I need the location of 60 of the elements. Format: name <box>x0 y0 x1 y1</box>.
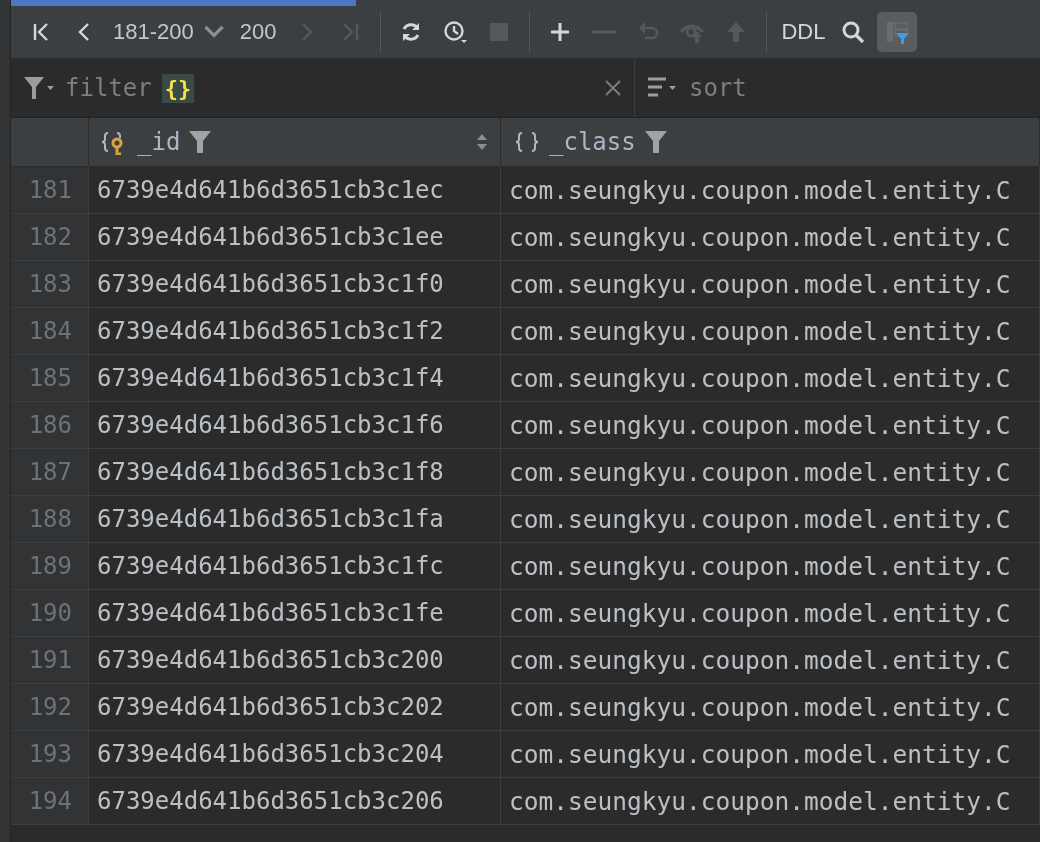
row-number: 183 <box>11 261 89 307</box>
column-name: _class <box>549 128 636 156</box>
table-cell: com.seungkyu.coupon.model.entity.C <box>501 590 1040 636</box>
row-number: 188 <box>11 496 89 542</box>
row-number: 194 <box>11 778 89 824</box>
table-cell: 6739e4d641b6d3651cb3c1f4 <box>89 355 501 401</box>
panel-filter-icon <box>885 20 910 44</box>
row-number: 185 <box>11 355 89 401</box>
table-cell: com.seungkyu.coupon.model.entity.C <box>501 543 1040 589</box>
row-number: 190 <box>11 590 89 636</box>
table-cell: 6739e4d641b6d3651cb3c1ec <box>89 167 501 213</box>
table-cell: com.seungkyu.coupon.model.entity.C <box>501 261 1040 307</box>
row-number: 186 <box>11 402 89 448</box>
sort-field[interactable]: sort <box>689 74 747 102</box>
row-number: 192 <box>11 684 89 730</box>
table-cell: com.seungkyu.coupon.model.entity.C <box>501 449 1040 495</box>
table-cell: 6739e4d641b6d3651cb3c1f2 <box>89 308 501 354</box>
table-cell: 6739e4d641b6d3651cb3c1f8 <box>89 449 501 495</box>
table-cell: com.seungkyu.coupon.model.entity.C <box>501 308 1040 354</box>
table-cell: 6739e4d641b6d3651cb3c1fe <box>89 590 501 636</box>
row-number: 189 <box>11 543 89 589</box>
column-header[interactable]: _class <box>501 118 1040 166</box>
table-cell: 6739e4d641b6d3651cb3c202 <box>89 684 501 730</box>
filter-panel-toggle[interactable] <box>877 12 918 52</box>
filter-dropdown-icon[interactable] <box>23 75 55 101</box>
row-number: 181 <box>11 167 89 213</box>
column-name: _id <box>137 128 181 156</box>
total-count: 200 <box>238 19 278 45</box>
row-number: 184 <box>11 308 89 354</box>
braces-icon <box>513 129 541 155</box>
table-cell: 6739e4d641b6d3651cb3c204 <box>89 731 501 777</box>
json-braces-badge: {} <box>161 73 195 103</box>
row-number: 187 <box>11 449 89 495</box>
column-header[interactable]: _id <box>89 118 501 166</box>
table-cell: com.seungkyu.coupon.model.entity.C <box>501 167 1040 213</box>
table-cell: 6739e4d641b6d3651cb3c1ee <box>89 214 501 260</box>
filter-icon[interactable] <box>643 130 668 154</box>
table-cell: com.seungkyu.coupon.model.entity.C <box>501 731 1040 777</box>
sort-arrows-icon[interactable] <box>476 133 488 151</box>
ddl-button[interactable]: DDL <box>777 12 830 52</box>
table-cell: com.seungkyu.coupon.model.entity.C <box>501 778 1040 824</box>
table-cell: 6739e4d641b6d3651cb3c206 <box>89 778 501 824</box>
table-cell: 6739e4d641b6d3651cb3c1fa <box>89 496 501 542</box>
close-icon[interactable] <box>604 79 622 97</box>
row-number: 193 <box>11 731 89 777</box>
filter-field[interactable]: filter <box>65 74 152 102</box>
table-cell: 6739e4d641b6d3651cb3c1f0 <box>89 261 501 307</box>
table-cell: com.seungkyu.coupon.model.entity.C <box>501 214 1040 260</box>
page-range-dropdown[interactable]: 181-200 <box>109 12 230 52</box>
filter-icon[interactable] <box>188 130 213 154</box>
table-cell: com.seungkyu.coupon.model.entity.C <box>501 496 1040 542</box>
table-cell: com.seungkyu.coupon.model.entity.C <box>501 402 1040 448</box>
row-number: 191 <box>11 637 89 683</box>
table-cell: 6739e4d641b6d3651cb3c1fc <box>89 543 501 589</box>
table-cell: 6739e4d641b6d3651cb3c1f6 <box>89 402 501 448</box>
row-number: 182 <box>11 214 89 260</box>
table-cell: com.seungkyu.coupon.model.entity.C <box>501 355 1040 401</box>
table-cell: com.seungkyu.coupon.model.entity.C <box>501 684 1040 730</box>
table-cell: 6739e4d641b6d3651cb3c200 <box>89 637 501 683</box>
table-cell: com.seungkyu.coupon.model.entity.C <box>501 637 1040 683</box>
